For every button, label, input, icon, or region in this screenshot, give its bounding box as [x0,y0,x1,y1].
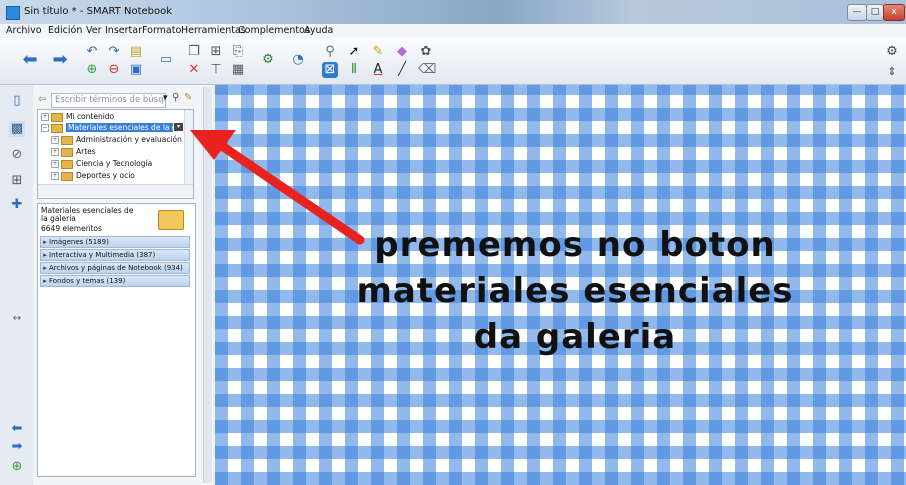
annotation-line-2: materiales esenciales [356,271,794,311]
annotation-arrow-shaft [217,141,365,245]
annotation-line-3: da galeria [473,317,677,357]
annotation-text: prememos no boton materiales esenciales … [350,222,800,360]
annotation-line-1: prememos no boton [374,225,776,265]
